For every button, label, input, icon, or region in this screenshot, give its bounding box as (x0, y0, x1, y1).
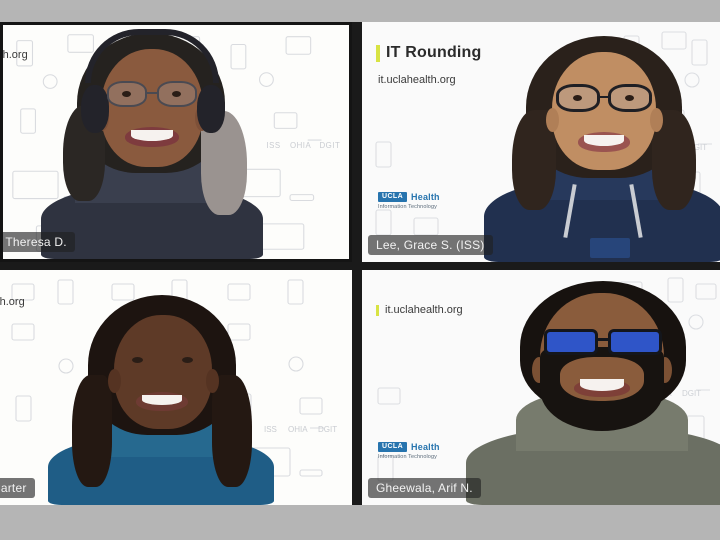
ucla-logo-mark: UCLA (378, 192, 408, 203)
svg-text:DGIT: DGIT (320, 141, 341, 150)
background-url-bottom-left: alth.org (0, 296, 25, 308)
name-label-bottom-right: Gheewala, Arif N. (368, 478, 481, 498)
brand-title: IT Rounding (376, 44, 482, 62)
participant-video-bottom-left (48, 293, 274, 505)
name-label-bottom-left: Carter (0, 478, 35, 498)
participant-tile-bottom-left[interactable]: ISS OHIA DGIT alth.org (0, 270, 352, 505)
logo-subtitle: Information Technology (378, 204, 437, 211)
ucla-health-logo: UCLA Health Information Technology (378, 192, 440, 210)
letterbox-band-top (0, 0, 720, 22)
background-url-top-left: alth.org (0, 49, 28, 61)
svg-text:DGIT: DGIT (318, 425, 337, 434)
participant-grid: ISS OHIA DGIT alth.org (0, 22, 720, 505)
health-wordmark: Health (411, 192, 440, 203)
accent-bar-icon (376, 44, 380, 62)
participant-video-top-right (484, 36, 720, 262)
video-conference-stage: ISS OHIA DGIT alth.org (0, 0, 720, 540)
letterbox-band-bottom (0, 505, 720, 540)
accent-bar-icon (376, 304, 379, 316)
participant-video-bottom-right (466, 281, 720, 505)
participant-tile-bottom-right[interactable]: ISS OHIA DGIT it.uclahealth.org UCLA Hea… (362, 270, 720, 505)
participant-tile-top-right[interactable]: ISS OHIA DGIT IT Rounding it.uclahealth.… (362, 22, 720, 262)
ucla-health-logo: UCLA Health Information Technology (378, 442, 440, 460)
brand-url-bottom-right: it.uclahealth.org (376, 304, 463, 316)
name-label-top-left: r, Theresa D. (3, 232, 75, 252)
participant-tile-top-left[interactable]: ISS OHIA DGIT alth.org (0, 22, 352, 262)
participant-video-top-left (41, 29, 263, 259)
svg-text:ISS: ISS (266, 141, 280, 150)
ucla-logo-mark: UCLA (378, 442, 408, 453)
logo-subtitle: Information Technology (378, 454, 437, 461)
health-wordmark: Health (411, 442, 440, 453)
svg-text:OHIA: OHIA (288, 425, 308, 434)
svg-text:ISS: ISS (264, 425, 277, 434)
name-label-top-right: Lee, Grace S. (ISS) (368, 235, 493, 255)
brand-url-top-right: it.uclahealth.org (378, 74, 456, 86)
svg-text:OHIA: OHIA (290, 141, 311, 150)
